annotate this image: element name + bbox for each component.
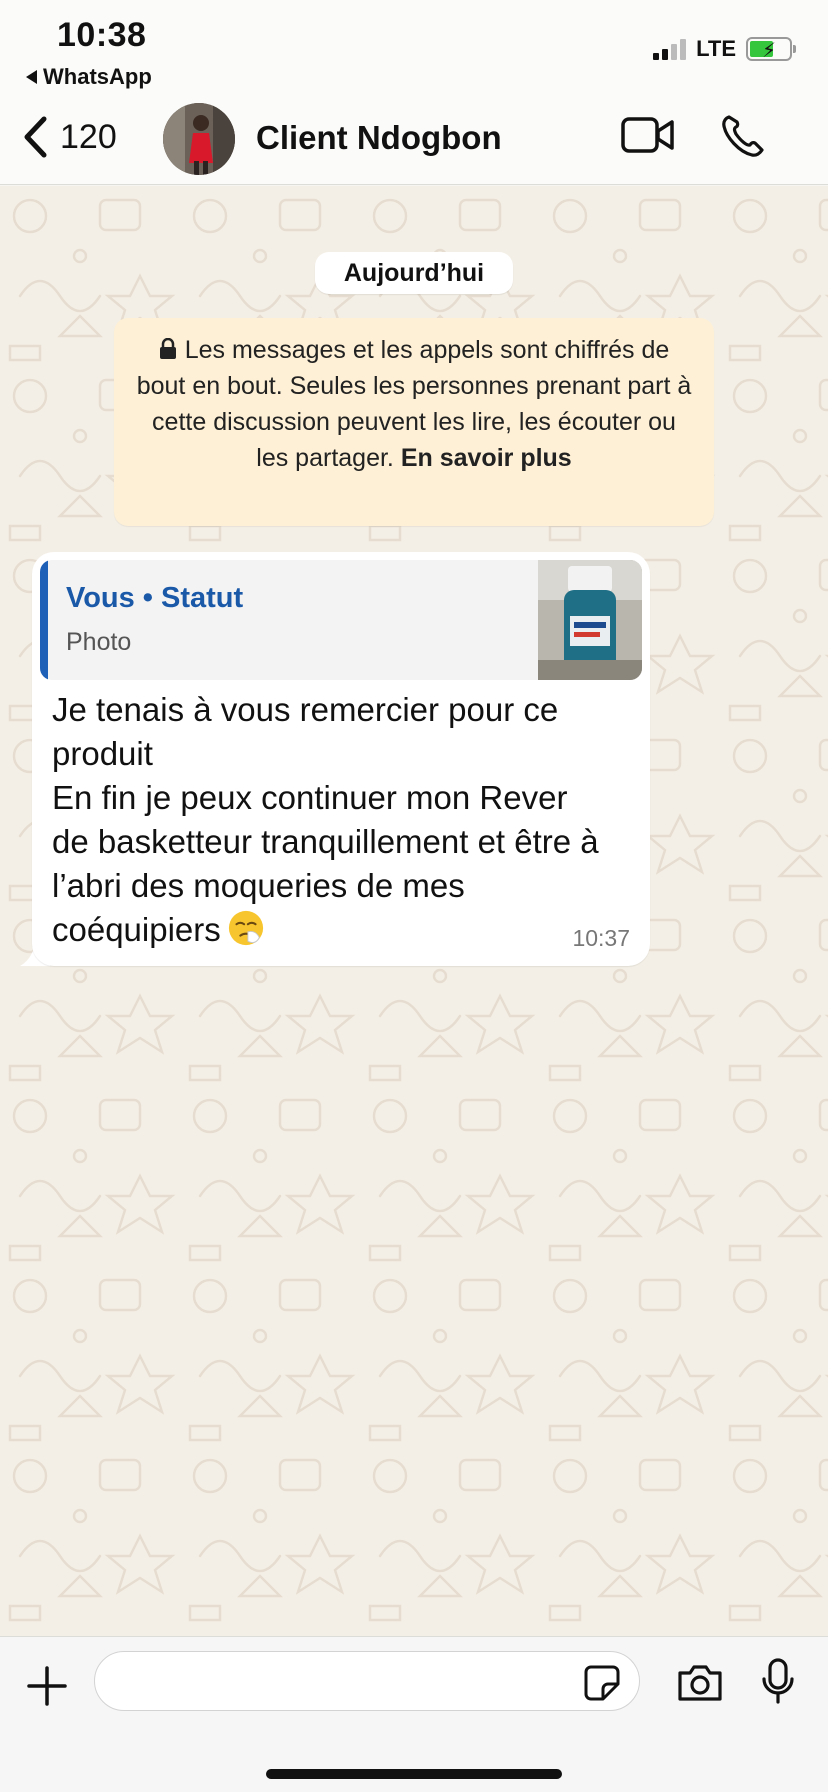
attach-button[interactable]	[26, 1665, 68, 1712]
message-input[interactable]	[115, 1652, 575, 1708]
microphone-button[interactable]	[760, 1657, 796, 1710]
camera-button[interactable]	[676, 1663, 724, 1708]
learn-more-link[interactable]: En savoir plus	[401, 444, 572, 472]
chevron-left-icon	[24, 116, 47, 158]
message-text: Je tenais à vous remercier pour ce produ…	[52, 688, 612, 952]
home-indicator	[266, 1769, 562, 1779]
back-to-app-label: WhatsApp	[43, 64, 152, 89]
phone-icon	[722, 115, 764, 157]
sticker-icon	[584, 1665, 620, 1701]
sneezing-face-emoji-icon	[228, 910, 263, 946]
sticker-button[interactable]	[583, 1664, 621, 1707]
contact-name[interactable]: Client Ndogbon	[256, 119, 502, 157]
message-bubble[interactable]: Vous • Statut Photo Je tenais à vous rem…	[32, 552, 650, 966]
battery-icon: ⚡	[746, 37, 796, 62]
back-triangle-icon	[26, 70, 37, 84]
microphone-icon	[762, 1658, 794, 1704]
back-to-app-link[interactable]: WhatsApp	[26, 64, 152, 90]
network-label: LTE	[696, 36, 736, 61]
signal-icon	[653, 38, 687, 60]
plus-icon	[27, 1666, 67, 1706]
message-composer	[0, 1636, 828, 1792]
message-input-box[interactable]	[94, 1651, 640, 1711]
encryption-notice[interactable]: Les messages et les appels sont chiffrés…	[114, 318, 714, 526]
chat-header: 120 Client Ndogbon	[0, 95, 828, 185]
quoted-status[interactable]: Vous • Statut Photo	[40, 560, 642, 680]
quote-author: Vous • Statut	[66, 582, 244, 614]
voice-call-button[interactable]	[720, 113, 766, 164]
quote-accent-bar	[40, 560, 48, 680]
camera-icon	[678, 1665, 722, 1701]
quote-thumbnail[interactable]	[538, 560, 642, 680]
quote-type: Photo	[66, 628, 132, 656]
chat-area[interactable]: Aujourd’hui Les messages et les appels s…	[0, 186, 828, 1636]
avatar[interactable]	[163, 103, 235, 175]
status-time: 10:38	[57, 16, 147, 54]
video-camera-icon	[621, 117, 674, 153]
video-call-button[interactable]	[620, 115, 676, 160]
message-body: Je tenais à vous remercier pour ce produ…	[52, 691, 599, 948]
status-bar: 10:38 WhatsApp LTE ⚡	[0, 0, 828, 95]
date-separator: Aujourd’hui	[315, 252, 513, 294]
message-timestamp: 10:37	[572, 925, 630, 951]
unread-count: 120	[60, 117, 117, 156]
lock-icon	[159, 338, 176, 359]
back-button[interactable]: 120	[20, 115, 117, 159]
status-indicators: LTE ⚡	[653, 36, 796, 62]
